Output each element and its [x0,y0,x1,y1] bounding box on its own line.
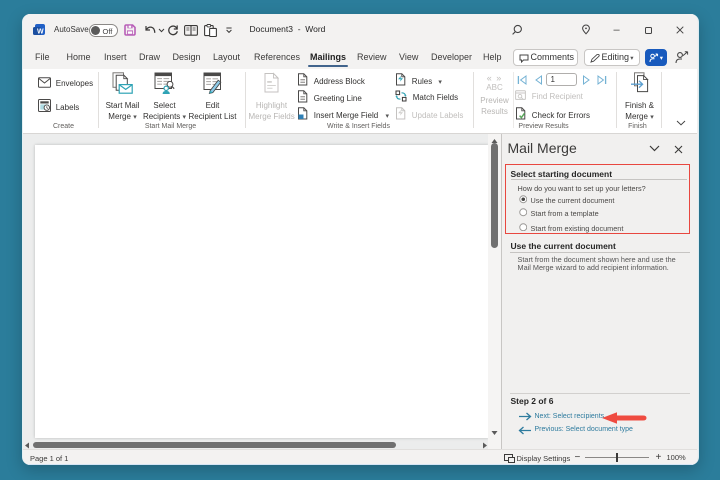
svg-text:W: W [37,29,44,36]
